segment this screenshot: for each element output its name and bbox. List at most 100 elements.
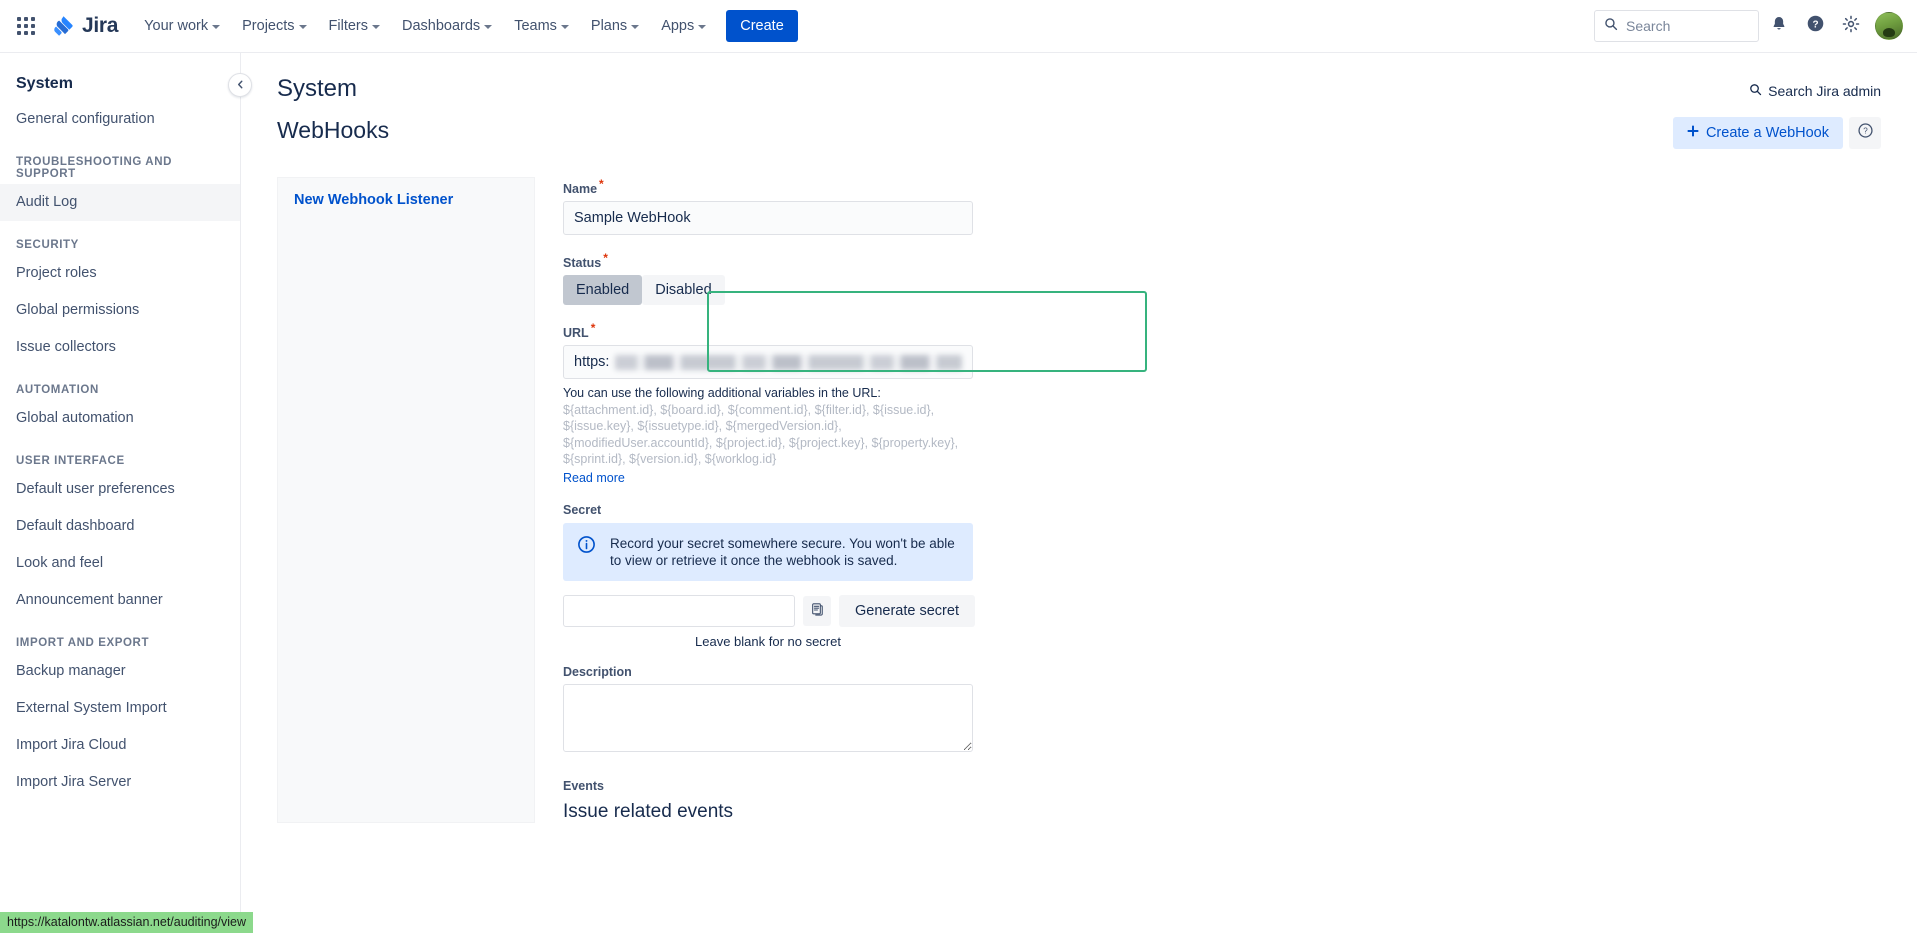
chevron-down-icon <box>299 25 307 29</box>
admin-sidebar: System General configuration TROUBLESHOO… <box>0 53 241 933</box>
url-redacted-value <box>615 355 962 370</box>
nav-label: Dashboards <box>402 18 480 34</box>
chevron-down-icon <box>561 25 569 29</box>
url-label-text: URL <box>563 326 589 340</box>
jira-logo-icon <box>52 14 76 38</box>
description-textarea[interactable] <box>563 684 973 752</box>
name-label-text: Name <box>563 182 597 196</box>
url-help-prefix: You can use the following additional var… <box>563 386 881 400</box>
status-toggle-group: Enabled Disabled <box>563 275 1175 305</box>
url-field-group: URL* https: You can use the following ad… <box>563 321 1175 487</box>
read-more-link[interactable]: Read more <box>563 471 625 485</box>
status-field-group: Status* Enabled Disabled <box>563 251 1175 305</box>
create-webhook-button[interactable]: Create a WebHook <box>1673 117 1843 149</box>
grid-dots-icon <box>17 17 35 35</box>
page-title-row: WebHooks Create a WebHook <box>277 117 1881 149</box>
search-icon <box>1604 17 1618 36</box>
webhook-list-pane: New Webhook Listener <box>277 177 535 823</box>
nav-item-plans[interactable]: Plans <box>581 11 649 41</box>
name-input[interactable] <box>563 201 973 235</box>
primary-nav-items: Your work Projects Filters Dashboards Te… <box>134 11 716 41</box>
sidebar-item-look-and-feel[interactable]: Look and feel <box>0 545 240 582</box>
copy-icon <box>810 602 825 620</box>
sidebar-collapse-button[interactable] <box>228 73 252 97</box>
jira-home-link[interactable]: Jira <box>52 14 118 38</box>
description-label: Description <box>563 665 1175 679</box>
sidebar-item-backup-manager[interactable]: Backup manager <box>0 653 240 690</box>
svg-text:?: ? <box>1812 19 1818 30</box>
nav-item-apps[interactable]: Apps <box>651 11 716 41</box>
sidebar-item-issue-collectors[interactable]: Issue collectors <box>0 329 240 366</box>
sidebar-item-general-configuration[interactable]: General configuration <box>0 101 240 138</box>
sidebar-item-external-system-import[interactable]: External System Import <box>0 690 240 727</box>
help-button[interactable]: ? <box>1799 10 1831 42</box>
avatar[interactable] <box>1875 12 1903 40</box>
chevron-left-icon <box>236 78 245 92</box>
name-field-group: Name* <box>563 177 1175 235</box>
sidebar-section-automation: AUTOMATION <box>0 366 240 400</box>
sidebar-item-import-jira-cloud[interactable]: Import Jira Cloud <box>0 727 240 764</box>
chevron-down-icon <box>212 25 220 29</box>
notifications-button[interactable] <box>1763 10 1795 42</box>
gear-icon <box>1842 15 1860 38</box>
sidebar-item-default-dashboard[interactable]: Default dashboard <box>0 508 240 545</box>
sidebar-item-default-user-preferences[interactable]: Default user preferences <box>0 471 240 508</box>
sidebar-item-import-jira-server[interactable]: Import Jira Server <box>0 764 240 801</box>
create-button[interactable]: Create <box>726 10 798 42</box>
sidebar-section-import-export: IMPORT AND EXPORT <box>0 619 240 653</box>
status-option-enabled[interactable]: Enabled <box>563 275 642 305</box>
secret-input[interactable] <box>563 595 795 627</box>
status-label-text: Status <box>563 256 601 270</box>
search-input[interactable] <box>1626 18 1749 34</box>
settings-button[interactable] <box>1835 10 1867 42</box>
top-navigation-bar: Jira Your work Projects Filters Dashboar… <box>0 0 1917 53</box>
sidebar-title: System <box>0 71 240 101</box>
nav-right-actions: ? <box>1594 10 1903 42</box>
required-asterisk: * <box>591 321 596 335</box>
webhooks-help-button[interactable]: ? <box>1849 117 1881 149</box>
sidebar-item-global-permissions[interactable]: Global permissions <box>0 292 240 329</box>
generate-secret-button[interactable]: Generate secret <box>839 595 975 627</box>
sidebar-section-user-interface: USER INTERFACE <box>0 437 240 471</box>
page-title: WebHooks <box>277 117 389 144</box>
chevron-down-icon <box>484 25 492 29</box>
url-label: URL* <box>563 321 1175 340</box>
nav-item-your-work[interactable]: Your work <box>134 11 230 41</box>
sidebar-section-security: SECURITY <box>0 221 240 255</box>
name-label: Name* <box>563 177 1175 196</box>
sidebar-item-global-automation[interactable]: Global automation <box>0 400 240 437</box>
nav-label: Teams <box>514 18 557 34</box>
search-jira-admin-label: Search Jira admin <box>1768 83 1881 99</box>
secret-field-group: Secret Record your secret somewhere secu… <box>563 503 1175 649</box>
question-circle-icon: ? <box>1806 14 1825 38</box>
app-switcher-button[interactable] <box>10 10 42 42</box>
webhook-content-row: New Webhook Listener Name* Status* Enabl… <box>277 177 1881 823</box>
main-content: System Search Jira admin WebHooks <box>241 53 1917 933</box>
nav-item-filters[interactable]: Filters <box>319 11 390 41</box>
page-section-heading: System <box>277 75 357 103</box>
question-circle-icon: ? <box>1857 122 1874 144</box>
page-body: System General configuration TROUBLESHOO… <box>0 53 1917 933</box>
nav-item-projects[interactable]: Projects <box>232 11 316 41</box>
nav-item-dashboards[interactable]: Dashboards <box>392 11 502 41</box>
nav-label: Filters <box>329 18 368 34</box>
nav-label: Apps <box>661 18 694 34</box>
status-option-disabled[interactable]: Disabled <box>642 275 724 305</box>
chevron-down-icon <box>698 25 706 29</box>
url-input[interactable]: https: <box>563 345 973 379</box>
brand-name: Jira <box>82 14 118 38</box>
description-field-group: Description <box>563 665 1175 757</box>
url-help-text: You can use the following additional var… <box>563 385 975 468</box>
secret-input-row: Generate secret <box>563 595 1175 627</box>
new-webhook-listener-link[interactable]: New Webhook Listener <box>294 192 518 208</box>
global-search-box[interactable] <box>1594 10 1759 42</box>
required-asterisk: * <box>603 251 608 265</box>
nav-item-teams[interactable]: Teams <box>504 11 579 41</box>
search-jira-admin-link[interactable]: Search Jira admin <box>1749 75 1881 99</box>
svg-text:?: ? <box>1863 127 1868 136</box>
sidebar-item-audit-log[interactable]: Audit Log <box>0 184 240 221</box>
sidebar-item-announcement-banner[interactable]: Announcement banner <box>0 582 240 619</box>
main-header: System Search Jira admin <box>277 75 1881 103</box>
sidebar-item-project-roles[interactable]: Project roles <box>0 255 240 292</box>
copy-secret-button[interactable] <box>803 596 831 626</box>
